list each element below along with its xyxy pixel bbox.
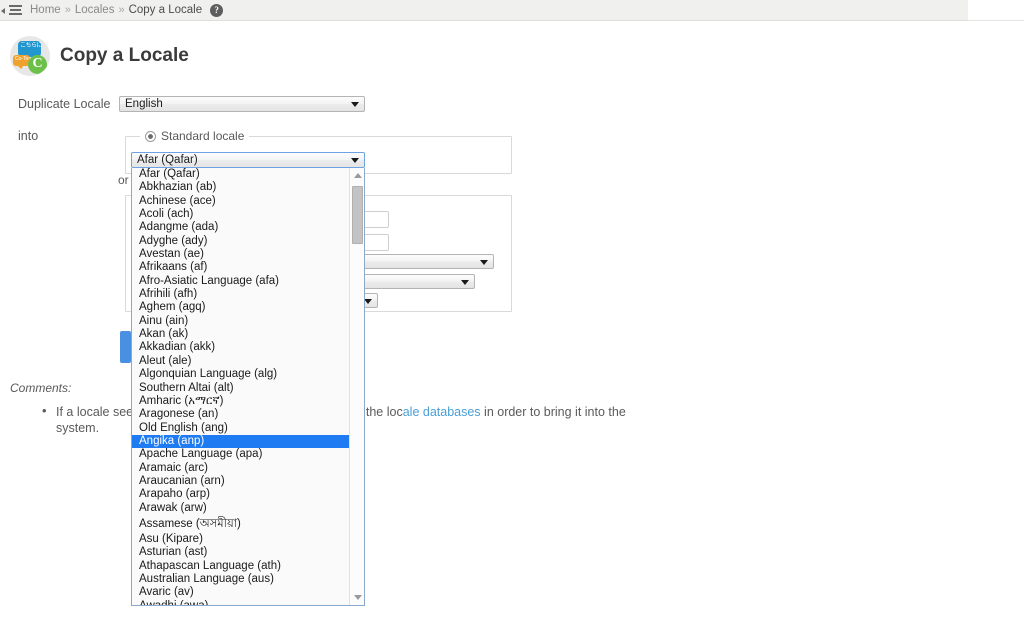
locale-option[interactable]: Aleut (ale) [132,355,349,368]
locale-option[interactable]: Assamese (অসমীয়া) [132,515,349,533]
locale-option[interactable]: Aghem (agq) [132,301,349,314]
or-separator: or [118,173,129,187]
locale-option[interactable]: Afrikaans (af) [132,261,349,274]
locale-option[interactable]: Akan (ak) [132,328,349,341]
duplicate-locale-label: Duplicate Locale [18,97,110,111]
locale-dropdown-list[interactable]: Afar (Qafar)Abkhazian (ab)Achinese (ace)… [131,168,365,606]
locale-option[interactable]: Afro-Asiatic Language (afa) [132,275,349,288]
dropdown-scrollbar-thumb[interactable] [352,186,363,244]
locale-option[interactable]: Ainu (ain) [132,315,349,328]
comments-label: Comments: [10,381,71,395]
chevron-down-icon [351,102,359,107]
locale-option[interactable]: Akkadian (akk) [132,341,349,354]
locale-option[interactable]: Achinese (ace) [132,195,349,208]
locale-option[interactable]: Athapascan Language (ath) [132,560,349,573]
breadcrumb: Home » Locales » Copy a Locale ? [30,4,223,17]
locale-option[interactable]: Abkhazian (ab) [132,181,349,194]
locale-option[interactable]: Apache Language (apa) [132,448,349,461]
page-scrollbar-thumb[interactable] [120,331,131,363]
standard-locale-combobox-value: Afar (Qafar) [137,154,198,166]
app-logo-icon: こちらに Co-Teq C [10,36,50,76]
locale-option[interactable]: Amharic (አማርኛ) [132,395,349,408]
scroll-down-arrow-icon[interactable] [350,590,365,605]
logo-letter-c: C [28,55,47,74]
locale-option[interactable]: Angika (anp) [132,435,349,448]
locale-option[interactable]: Aramaic (arc) [132,462,349,475]
standard-locale-legend: Standard locale [140,129,249,143]
dropdown-scrollbar[interactable] [349,168,364,605]
breadcrumb-item-current: Copy a Locale [129,4,203,16]
locale-option[interactable]: Algonquian Language (alg) [132,368,349,381]
chevron-down-icon [461,280,469,285]
standard-locale-combobox[interactable]: Afar (Qafar) [131,152,365,168]
locale-option[interactable]: Aragonese (an) [132,408,349,421]
into-label: into [18,129,38,143]
locale-options-list[interactable]: Afar (Qafar)Abkhazian (ab)Achinese (ace)… [132,168,349,605]
locale-option[interactable]: Southern Altai (alt) [132,382,349,395]
locale-option[interactable]: Araucanian (arn) [132,475,349,488]
locale-option[interactable]: Asturian (ast) [132,546,349,559]
duplicate-locale-select[interactable]: English [119,96,365,112]
logo-jp-text: こちらに [20,43,42,49]
locale-option[interactable]: Afar (Qafar) [132,168,349,181]
scroll-up-arrow-icon[interactable] [350,168,365,183]
chevron-down-icon [480,260,488,265]
locale-option[interactable]: Arawak (arw) [132,502,349,515]
locale-option[interactable]: Awadhi (awa) [132,600,349,605]
standard-locale-legend-label: Standard locale [161,129,244,143]
breadcrumb-bar: Home » Locales » Copy a Locale ? [0,0,968,21]
duplicate-locale-value: English [125,98,163,110]
locale-option[interactable]: Adyghe (ady) [132,235,349,248]
page-title: Copy a Locale [60,45,189,67]
locale-option[interactable]: Australian Language (aus) [132,573,349,586]
hamburger-menu-icon[interactable] [0,0,26,21]
locale-option[interactable]: Acoli (ach) [132,208,349,221]
locale-databases-link[interactable]: ale databases [403,405,481,419]
locale-option[interactable]: Afrihili (afh) [132,288,349,301]
locale-option[interactable]: Arapaho (arp) [132,488,349,501]
locale-option[interactable]: Asu (Kipare) [132,533,349,546]
locale-option[interactable]: Old English (ang) [132,422,349,435]
standard-locale-radio[interactable] [145,131,156,142]
breadcrumb-item-locales[interactable]: Locales [75,4,115,16]
breadcrumb-separator: » [118,4,124,16]
chevron-down-icon [364,299,372,304]
locale-option[interactable]: Avestan (ae) [132,248,349,261]
topbar-right-filler [968,0,1024,21]
breadcrumb-separator: » [65,4,71,16]
help-icon[interactable]: ? [210,4,223,17]
page-header: こちらに Co-Teq C Copy a Locale [10,36,189,76]
chevron-down-icon [351,158,359,163]
locale-option[interactable]: Adangme (ada) [132,221,349,234]
breadcrumb-item-home[interactable]: Home [30,4,61,16]
locale-option[interactable]: Avaric (av) [132,586,349,599]
